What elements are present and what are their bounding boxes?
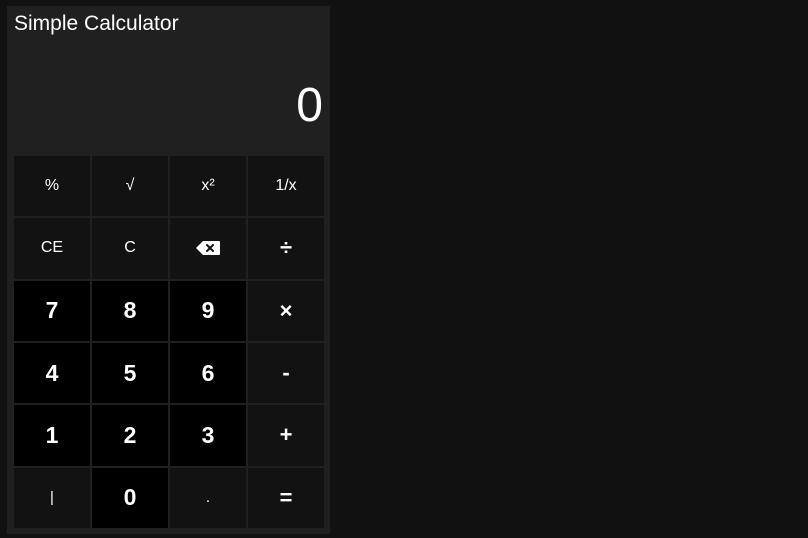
separator-button[interactable]: | — [14, 467, 90, 528]
digit-3-button[interactable]: 3 — [170, 405, 246, 466]
clear-button[interactable]: C — [92, 218, 168, 279]
clear-entry-button[interactable]: CE — [14, 218, 90, 279]
divide-button[interactable]: ÷ — [248, 218, 324, 279]
square-button[interactable]: x² — [170, 156, 246, 217]
add-button[interactable]: + — [248, 405, 324, 466]
digit-9-button[interactable]: 9 — [170, 280, 246, 341]
subtract-button[interactable]: - — [248, 342, 324, 404]
digit-1-button[interactable]: 1 — [14, 405, 90, 466]
result-display: 0 — [296, 79, 323, 132]
digit-0-button[interactable]: 0 — [92, 467, 168, 528]
calculator-window: Simple Calculator 0 % √ x² 1/x CE C ÷ 7 … — [7, 6, 330, 534]
backspace-icon — [196, 241, 220, 256]
square-root-button[interactable]: √ — [92, 156, 168, 217]
digit-7-button[interactable]: 7 — [14, 280, 90, 341]
digit-2-button[interactable]: 2 — [92, 405, 168, 466]
percent-button[interactable]: % — [14, 156, 90, 217]
digit-4-button[interactable]: 4 — [14, 342, 90, 404]
multiply-button[interactable]: × — [248, 280, 324, 341]
backspace-button[interactable] — [170, 218, 246, 279]
reciprocal-button[interactable]: 1/x — [248, 156, 324, 217]
equals-button[interactable]: = — [248, 467, 324, 528]
digit-6-button[interactable]: 6 — [170, 342, 246, 404]
digit-8-button[interactable]: 8 — [92, 280, 168, 341]
digit-5-button[interactable]: 5 — [92, 342, 168, 404]
keypad: % √ x² 1/x CE C ÷ 7 8 9 × 4 5 6 - 1 2 3 … — [14, 156, 324, 528]
decimal-button[interactable]: . — [170, 467, 246, 528]
app-title: Simple Calculator — [14, 12, 179, 35]
